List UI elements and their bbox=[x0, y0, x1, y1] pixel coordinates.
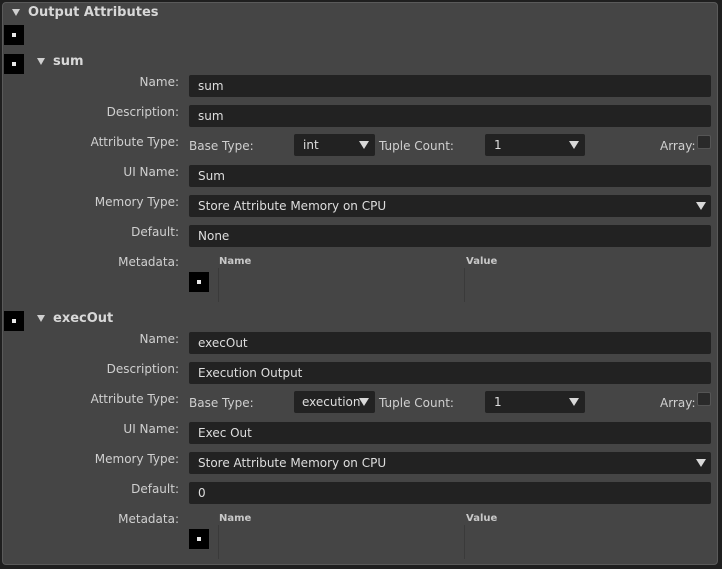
ui-name-field[interactable]: Exec Out bbox=[189, 422, 711, 444]
collapse-triangle-icon[interactable] bbox=[37, 315, 45, 322]
panel-title: Output Attributes bbox=[28, 5, 159, 20]
add-metadata-button[interactable] bbox=[189, 529, 209, 549]
metadata-label: Metadata: bbox=[118, 255, 179, 269]
base-type-value: int bbox=[303, 138, 319, 152]
chevron-down-icon bbox=[696, 202, 706, 210]
metadata-value-column-header: Value bbox=[466, 256, 498, 267]
array-checkbox[interactable] bbox=[697, 135, 711, 149]
metadata-column-divider bbox=[218, 268, 219, 302]
default-label: Default: bbox=[131, 482, 179, 496]
tuple-count-value: 1 bbox=[494, 395, 502, 409]
metadata-column-divider bbox=[464, 525, 465, 559]
collapse-triangle-icon[interactable] bbox=[12, 9, 20, 16]
chevron-down-icon bbox=[359, 141, 369, 149]
tuple-count-dropdown[interactable]: 1 bbox=[485, 391, 585, 413]
default-label: Default: bbox=[131, 225, 179, 239]
metadata-value-column-header: Value bbox=[466, 513, 498, 524]
metadata-name-column-header: Name bbox=[219, 513, 252, 524]
description-field[interactable]: sum bbox=[189, 105, 711, 127]
memory-type-value: Store Attribute Memory on CPU bbox=[198, 199, 387, 213]
description-label: Description: bbox=[106, 105, 179, 119]
memory-type-dropdown[interactable]: Store Attribute Memory on CPU bbox=[189, 195, 711, 217]
add-attribute-button[interactable] bbox=[4, 25, 24, 45]
memory-type-label: Memory Type: bbox=[94, 195, 179, 209]
default-field[interactable]: 0 bbox=[189, 482, 711, 504]
collapse-triangle-icon[interactable] bbox=[37, 58, 45, 65]
base-type-label: Base Type: bbox=[189, 139, 254, 153]
metadata-name-column-header: Name bbox=[219, 256, 252, 267]
ui-name-label: UI Name: bbox=[123, 422, 179, 436]
name-field[interactable]: execOut bbox=[189, 332, 711, 354]
tuple-count-value: 1 bbox=[494, 138, 502, 152]
description-field[interactable]: Execution Output bbox=[189, 362, 711, 384]
name-label: Name: bbox=[139, 75, 179, 89]
ui-name-field[interactable]: Sum bbox=[189, 165, 711, 187]
array-label: Array: bbox=[660, 139, 696, 153]
default-field[interactable]: None bbox=[189, 225, 711, 247]
memory-type-dropdown[interactable]: Store Attribute Memory on CPU bbox=[189, 452, 711, 474]
attribute-type-label: Attribute Type: bbox=[90, 392, 179, 406]
base-type-dropdown[interactable]: int bbox=[294, 134, 375, 156]
metadata-label: Metadata: bbox=[118, 512, 179, 526]
attribute-header: execOut bbox=[53, 311, 114, 326]
metadata-column-divider bbox=[218, 525, 219, 559]
metadata-column-divider bbox=[464, 268, 465, 302]
description-label: Description: bbox=[106, 362, 179, 376]
base-type-dropdown[interactable]: execution bbox=[294, 391, 375, 413]
name-field[interactable]: sum bbox=[189, 75, 711, 97]
attribute-header: sum bbox=[53, 54, 84, 69]
name-label: Name: bbox=[139, 332, 179, 346]
chevron-down-icon bbox=[696, 459, 706, 467]
ui-name-label: UI Name: bbox=[123, 165, 179, 179]
array-checkbox[interactable] bbox=[697, 392, 711, 406]
add-metadata-button[interactable] bbox=[189, 272, 209, 292]
remove-attribute-button[interactable] bbox=[4, 311, 24, 331]
chevron-down-icon bbox=[359, 398, 369, 406]
memory-type-label: Memory Type: bbox=[94, 452, 179, 466]
chevron-down-icon bbox=[569, 141, 579, 149]
chevron-down-icon bbox=[569, 398, 579, 406]
tuple-count-dropdown[interactable]: 1 bbox=[485, 134, 585, 156]
attribute-type-label: Attribute Type: bbox=[90, 135, 179, 149]
array-label: Array: bbox=[660, 396, 696, 410]
tuple-count-label: Tuple Count: bbox=[379, 396, 454, 410]
base-type-label: Base Type: bbox=[189, 396, 254, 410]
memory-type-value: Store Attribute Memory on CPU bbox=[198, 456, 387, 470]
tuple-count-label: Tuple Count: bbox=[379, 139, 454, 153]
remove-attribute-button[interactable] bbox=[4, 54, 24, 74]
base-type-value: execution bbox=[302, 395, 361, 409]
